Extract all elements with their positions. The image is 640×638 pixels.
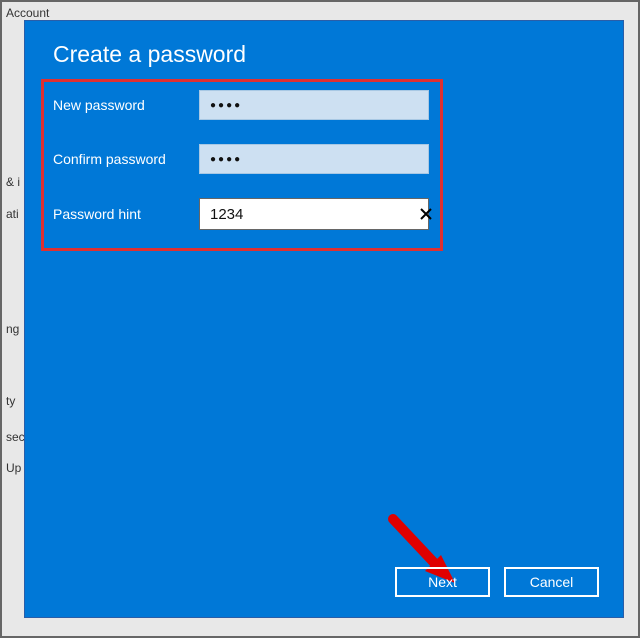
row-confirm-password: Confirm password ●●●● xyxy=(53,144,595,174)
create-password-dialog: Create a password New password ●●●● Conf… xyxy=(24,20,624,618)
bg-fragment: ati xyxy=(6,207,19,221)
new-password-label: New password xyxy=(53,97,199,113)
bg-fragment: Up xyxy=(6,461,21,475)
cancel-button[interactable]: Cancel xyxy=(504,567,599,597)
bg-fragment: sec xyxy=(6,430,25,444)
hint-input[interactable] xyxy=(200,199,419,229)
bg-fragment: ng xyxy=(6,322,19,336)
hint-label: Password hint xyxy=(53,206,199,222)
new-password-input[interactable]: ●●●● xyxy=(199,90,429,120)
clear-icon[interactable] xyxy=(419,199,433,229)
dialog-title: Create a password xyxy=(53,41,595,68)
bg-fragment: ty xyxy=(6,394,15,408)
hint-input-wrap xyxy=(199,198,429,230)
bg-fragment: & i xyxy=(6,175,20,189)
dialog-footer: Next Cancel xyxy=(395,567,599,597)
account-header: Account xyxy=(6,6,49,20)
confirm-password-label: Confirm password xyxy=(53,151,199,167)
confirm-password-input[interactable]: ●●●● xyxy=(199,144,429,174)
row-new-password: New password ●●●● xyxy=(53,90,595,120)
next-button[interactable]: Next xyxy=(395,567,490,597)
row-hint: Password hint xyxy=(53,198,595,230)
